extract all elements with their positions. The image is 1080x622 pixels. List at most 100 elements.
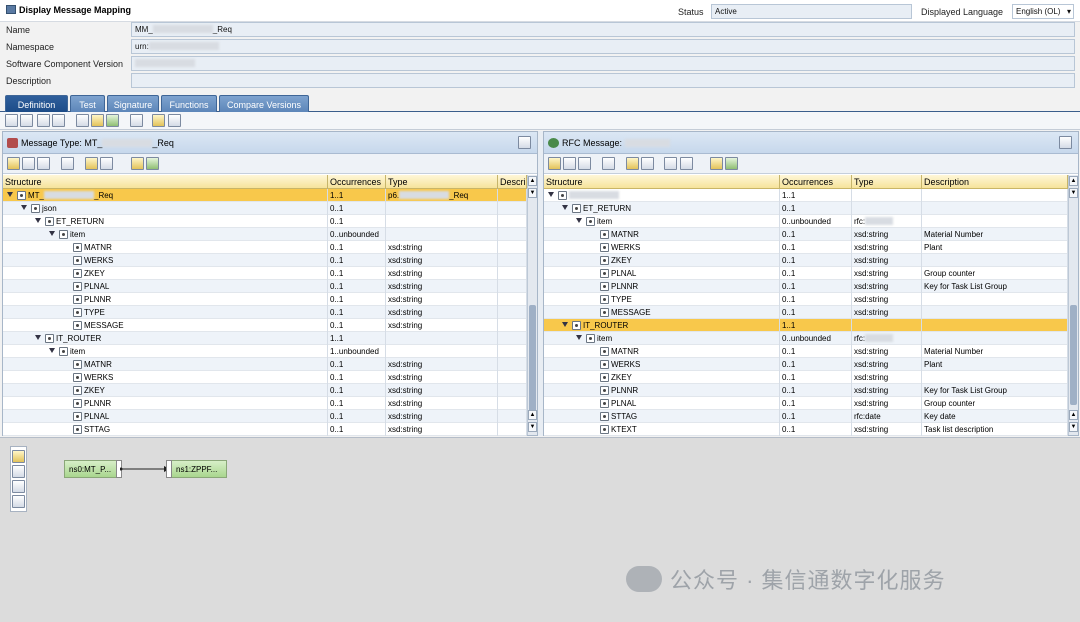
add-icon[interactable] xyxy=(12,450,25,463)
tree-row[interactable]: WERKS 0..1 xsd:string xyxy=(3,254,527,267)
export-icon[interactable] xyxy=(664,157,677,170)
tree-row[interactable]: ET_RETURN 0..1 xyxy=(544,202,1068,215)
copy-icon[interactable] xyxy=(168,114,181,127)
tree-row[interactable]: PLNAL 0..1 xsd:string xyxy=(3,280,527,293)
tree-row[interactable]: PLNNR 0..1 xsd:string xyxy=(3,293,527,306)
tree-row[interactable]: PLNAL 0..1 xsd:string Group counter xyxy=(544,267,1068,280)
expand-toggle-icon[interactable] xyxy=(562,322,568,327)
expand-toggle-icon[interactable] xyxy=(21,205,27,210)
expand-toggle-icon[interactable] xyxy=(35,335,41,340)
delete-icon[interactable] xyxy=(52,114,65,127)
tree-row[interactable]: WERKS 0..1 xsd:string Plant xyxy=(544,358,1068,371)
scroll-down-icon[interactable]: ▼ xyxy=(528,188,537,198)
language-select[interactable]: English (OL) ▾ xyxy=(1012,4,1074,19)
expand-toggle-icon[interactable] xyxy=(35,218,41,223)
scroll-down-icon[interactable]: ▼ xyxy=(1069,188,1078,198)
tree-row[interactable]: IT_ROUTER 1..1 xyxy=(544,319,1068,332)
col-structure[interactable]: Structure xyxy=(544,175,780,189)
source-scrollbar[interactable]: ▲ ▼ ▲ ▼ xyxy=(527,175,537,435)
node-handle[interactable] xyxy=(166,460,172,478)
scroll-thumb[interactable] xyxy=(529,305,536,413)
tree-row[interactable]: MATNR 0..1 xsd:string xyxy=(3,358,527,371)
col-structure[interactable]: Structure xyxy=(3,175,328,189)
expand-pane-icon[interactable] xyxy=(518,136,531,149)
expand-toggle-icon[interactable] xyxy=(576,335,582,340)
tab-test[interactable]: Test xyxy=(70,95,105,112)
tree-row[interactable]: PLNNR 0..1 xsd:string xyxy=(3,397,527,410)
tree-row[interactable]: STTAG 0..1 xsd:string xyxy=(3,423,527,436)
scroll-down-icon[interactable]: ▼ xyxy=(528,422,537,432)
expand-toggle-icon[interactable] xyxy=(7,192,13,197)
document-icon[interactable] xyxy=(91,114,104,127)
target-scrollbar[interactable]: ▲ ▼ ▲ ▼ xyxy=(1068,175,1078,435)
filter-icon[interactable] xyxy=(602,157,615,170)
tree-row[interactable]: WERKS 0..1 xsd:string Plant xyxy=(544,241,1068,254)
search-next-icon[interactable] xyxy=(146,157,159,170)
print-icon[interactable] xyxy=(680,157,693,170)
dropdown-icon[interactable] xyxy=(20,114,33,127)
expand-toggle-icon[interactable] xyxy=(562,205,568,210)
tree-row[interactable]: STTAG 0..1 rfc:date Key date xyxy=(544,410,1068,423)
tree-row[interactable]: item 0..unbounded rfc: xyxy=(544,332,1068,345)
tab-compare-versions[interactable]: Compare Versions xyxy=(219,95,309,112)
tree-row[interactable]: item 0..unbounded rfc: xyxy=(544,215,1068,228)
tree-row[interactable]: ZKEY 0..1 xsd:string xyxy=(3,267,527,280)
tree-row[interactable]: ET_RETURN 0..1 xyxy=(3,215,527,228)
search-next-icon[interactable] xyxy=(725,157,738,170)
expand-toggle-icon[interactable] xyxy=(49,231,55,236)
tab-functions[interactable]: Functions xyxy=(161,95,217,112)
tab-definition[interactable]: Definition xyxy=(5,95,68,112)
find-icon[interactable] xyxy=(710,157,723,170)
tree-row[interactable]: PLNAL 0..1 xsd:string Group counter xyxy=(544,397,1068,410)
dependency-icon[interactable] xyxy=(85,157,98,170)
source-mapping-node[interactable]: ns0:MT_P... xyxy=(64,460,118,478)
filter-icon[interactable] xyxy=(61,157,74,170)
scroll-up-icon[interactable]: ▲ xyxy=(1069,176,1078,186)
structure-icon[interactable] xyxy=(130,114,143,127)
scroll-down-icon[interactable]: ▼ xyxy=(1069,422,1078,432)
tree-row[interactable]: MESSAGE 0..1 xsd:string xyxy=(3,319,527,332)
scroll-up-icon[interactable]: ▲ xyxy=(528,410,537,420)
tab-signature[interactable]: Signature xyxy=(107,95,159,112)
expand-all-icon[interactable] xyxy=(37,157,50,170)
table-icon[interactable] xyxy=(563,157,576,170)
tree-row[interactable]: ZKEY 0..1 xsd:string xyxy=(544,371,1068,384)
dependency-icon[interactable] xyxy=(626,157,639,170)
scroll-up-icon[interactable]: ▲ xyxy=(1069,410,1078,420)
tree-row[interactable]: ZKEY 0..1 xsd:string xyxy=(3,384,527,397)
scroll-thumb[interactable] xyxy=(1070,305,1077,405)
target-mapping-node[interactable]: ns1:ZPPF... xyxy=(171,460,227,478)
tools-icon[interactable] xyxy=(641,157,654,170)
col-occurrences[interactable]: Occurrences xyxy=(780,175,852,189)
function-icon[interactable] xyxy=(152,114,165,127)
layout-icon[interactable] xyxy=(106,114,119,127)
tree-row[interactable]: item 1..unbounded xyxy=(3,345,527,358)
tree-icon[interactable] xyxy=(7,157,20,170)
col-description[interactable]: Descri xyxy=(498,175,527,189)
tree-row[interactable]: item 0..unbounded xyxy=(3,228,527,241)
tree-row[interactable]: MESSAGE 0..1 xsd:string xyxy=(544,306,1068,319)
tree-row[interactable]: PLNAL 0..1 xsd:string xyxy=(3,410,527,423)
col-occurrences[interactable]: Occurrences xyxy=(328,175,386,189)
expand-pane-icon[interactable] xyxy=(1059,136,1072,149)
tree-row[interactable]: json 0..1 xyxy=(3,202,527,215)
tree-row[interactable]: WERKS 0..1 xsd:string xyxy=(3,371,527,384)
expand-toggle-icon[interactable] xyxy=(548,192,554,197)
find-icon[interactable] xyxy=(131,157,144,170)
pencil-icon[interactable] xyxy=(12,465,25,478)
tree-row[interactable]: PLNNR 0..1 xsd:string Key for Task List Gro… xyxy=(544,280,1068,293)
tree-icon[interactable] xyxy=(548,157,561,170)
tree-row[interactable]: 1..1 xyxy=(544,189,1068,202)
tree-row[interactable]: MATNR 0..1 xsd:string Material Number xyxy=(544,228,1068,241)
expand-all-icon[interactable] xyxy=(578,157,591,170)
col-type[interactable]: Type xyxy=(852,175,922,189)
clipboard-icon[interactable] xyxy=(12,495,25,508)
tree-row[interactable]: TYPE 0..1 xsd:string xyxy=(544,293,1068,306)
tools-icon[interactable] xyxy=(100,157,113,170)
scroll-up-icon[interactable]: ▲ xyxy=(528,176,537,186)
table-icon[interactable] xyxy=(22,157,35,170)
split-view-icon[interactable] xyxy=(37,114,50,127)
tree-row[interactable]: MT_ _Req 1..1 p6. _Req xyxy=(3,189,527,202)
expand-toggle-icon[interactable] xyxy=(49,348,55,353)
tree-row[interactable]: ZKEY 0..1 xsd:string xyxy=(544,254,1068,267)
